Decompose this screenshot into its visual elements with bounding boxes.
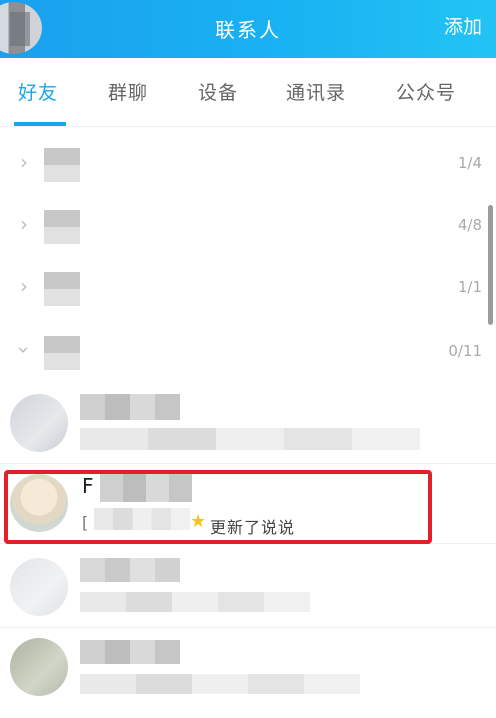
contact-status-blurred [80,674,360,694]
contact-status-blurred [80,592,310,612]
friend-group-4[interactable]: › 0/11 [0,322,496,384]
contact-name-blurred [80,558,180,582]
friend-group-1[interactable]: › 1/4 [0,134,496,196]
scrollbar[interactable] [488,205,493,325]
contact-tabs: 好友 群聊 设备 通讯录 公众号 [0,58,496,126]
group-count: 1/1 [457,278,482,296]
contact-row[interactable] [0,384,496,464]
divider [0,126,496,127]
highlight-box [4,470,432,544]
tab-friends[interactable]: 好友 [18,78,58,105]
friend-group-3[interactable]: › 1/1 [0,258,496,320]
tab-address-book[interactable]: 通讯录 [286,78,346,105]
group-name-blurred [44,210,80,244]
tab-devices[interactable]: 设备 [198,78,238,105]
group-count: 4/8 [457,216,482,234]
contact-row[interactable] [0,628,496,708]
group-count: 1/4 [457,154,482,172]
chevron-right-icon: › [20,150,28,174]
contact-row[interactable] [0,548,496,628]
tab-official-accounts[interactable]: 公众号 [396,78,456,105]
contact-name-blurred [80,394,180,420]
tab-groups[interactable]: 群聊 [108,78,148,105]
group-name-blurred [44,148,80,182]
contact-avatar [10,558,68,616]
page-title: 联系人 [215,18,281,42]
group-count: 0/11 [448,342,482,360]
contact-avatar [10,394,68,452]
contact-avatar [10,638,68,696]
add-button[interactable]: 添加 [444,12,482,39]
contact-status-blurred [80,428,420,450]
chevron-right-icon: › [20,274,28,298]
group-name-blurred [44,272,80,306]
contact-name-blurred [80,640,180,664]
chevron-right-icon: › [20,212,28,236]
app-header: 联系人 添加 [0,0,496,58]
group-name-blurred [44,336,80,370]
friend-group-2[interactable]: › 4/8 [0,196,496,258]
chevron-down-icon: › [12,346,36,354]
